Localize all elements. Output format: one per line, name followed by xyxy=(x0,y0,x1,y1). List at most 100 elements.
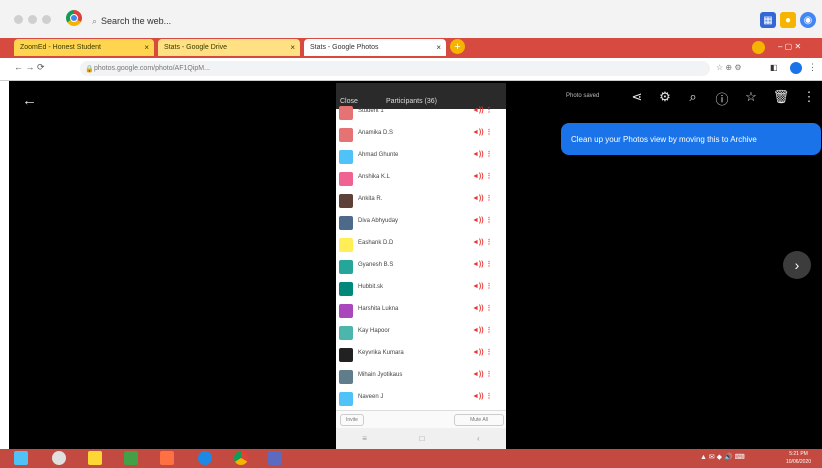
participant-row[interactable]: Student 1 ◄)) ⋮ xyxy=(336,103,493,125)
file-explorer-icon[interactable] xyxy=(88,451,102,465)
participant-avatar xyxy=(339,326,353,340)
tab-search-icon[interactable] xyxy=(752,41,765,54)
back-icon[interactable]: ‹ xyxy=(477,434,480,443)
url-text: photos.google.com/photo/AF1QipM... xyxy=(94,65,210,72)
participant-row[interactable]: Keyvrika Kumara ◄)) ⋮ xyxy=(336,345,493,367)
participant-avatar xyxy=(339,304,353,318)
participant-avatar xyxy=(339,128,353,142)
tab-zoomed[interactable]: ZoomEd - Honest Student × xyxy=(14,39,154,56)
participant-name: Student 1 xyxy=(358,108,384,114)
info-icon[interactable]: ⓘ xyxy=(713,89,731,108)
participant-name: Anamika D.S xyxy=(358,130,394,136)
participant-name: Ahmad Ghunte xyxy=(358,152,399,158)
nav-arrows-icon[interactable]: ← → ⟳ xyxy=(14,62,45,73)
chrome-taskbar-icon[interactable] xyxy=(234,451,248,465)
home-icon[interactable]: □ xyxy=(420,434,425,443)
back-circle-icon[interactable] xyxy=(14,15,23,24)
muted-mic-icon[interactable]: ◄)) ⋮ xyxy=(472,172,493,180)
participant-row[interactable]: Anamika D.S ◄)) ⋮ xyxy=(336,125,493,147)
participant-avatar xyxy=(339,238,353,252)
cloud-icon[interactable] xyxy=(160,451,174,465)
tab-label: Stats - Google Drive xyxy=(164,44,228,51)
participant-row[interactable]: Harshita Lukna ◄)) ⋮ xyxy=(336,301,493,323)
search-taskbar-icon[interactable] xyxy=(52,451,66,465)
zoom-icon[interactable]: ⌕ xyxy=(684,89,702,105)
muted-mic-icon[interactable]: ◄)) ⋮ xyxy=(472,128,493,136)
muted-mic-icon[interactable]: ◄)) ⋮ xyxy=(472,260,493,268)
muted-mic-icon[interactable]: ◄)) ⋮ xyxy=(472,370,493,378)
participant-avatar xyxy=(339,216,353,230)
next-photo-button[interactable]: › xyxy=(783,251,811,279)
participants-footer: Invite Mute All xyxy=(336,410,506,428)
archive-tooltip[interactable]: Clean up your Photos view by moving this… xyxy=(561,123,821,155)
start-icon[interactable] xyxy=(14,451,28,465)
system-tray-icons[interactable]: ▲ ✉ ◆ 🔊 ⌨ xyxy=(700,453,745,461)
muted-mic-icon[interactable]: ◄)) ⋮ xyxy=(472,106,493,114)
status-text: Photo saved xyxy=(566,93,600,99)
participant-row[interactable]: Ahmad Ghunte ◄)) ⋮ xyxy=(336,147,493,169)
recents-icon[interactable]: ≡ xyxy=(362,434,367,443)
search-placeholder: Search the web... xyxy=(101,16,172,26)
address-bar-icons[interactable]: ☆ ⊕ ⚙ xyxy=(716,63,742,72)
reload-circle-icon[interactable] xyxy=(42,15,51,24)
participant-avatar xyxy=(339,172,353,186)
participant-row[interactable]: Ankita R. ◄)) ⋮ xyxy=(336,191,493,213)
edge-icon[interactable] xyxy=(198,451,212,465)
muted-mic-icon[interactable]: ◄)) ⋮ xyxy=(472,194,493,202)
tab-close-icon[interactable]: × xyxy=(436,43,441,52)
menu-icon[interactable]: ⋮ xyxy=(808,62,817,73)
muted-mic-icon[interactable]: ◄)) ⋮ xyxy=(472,304,493,312)
bookmark-icon[interactable]: ● xyxy=(780,12,796,28)
favorite-icon[interactable]: ☆ xyxy=(742,89,760,105)
tab-photos[interactable]: Stats - Google Photos × xyxy=(304,39,446,56)
profile-icon[interactable]: ◉ xyxy=(800,12,816,28)
tab-close-icon[interactable]: × xyxy=(144,43,149,52)
delete-icon[interactable]: 🗑 xyxy=(772,89,790,105)
edit-icon[interactable]: ⚙ xyxy=(656,89,674,105)
muted-mic-icon[interactable]: ◄)) ⋮ xyxy=(472,282,493,290)
participant-row[interactable]: Kay Hapoor ◄)) ⋮ xyxy=(336,323,493,345)
muted-mic-icon[interactable]: ◄)) ⋮ xyxy=(472,150,493,158)
web-search-input[interactable]: ⌕ Search the web... xyxy=(92,12,742,30)
mute-all-button[interactable]: Mute All xyxy=(454,414,504,426)
zoom-app-icon[interactable] xyxy=(268,451,282,465)
url-input[interactable]: 🔒 photos.google.com/photo/AF1QipM... xyxy=(80,61,710,76)
participant-name: Diva Abhyuday xyxy=(358,218,399,224)
phone-nav-bar: ≡ □ ‹ xyxy=(336,428,506,449)
invite-button[interactable]: Invite xyxy=(340,414,364,426)
forward-circle-icon[interactable] xyxy=(28,15,37,24)
share-icon[interactable]: ⋖ xyxy=(628,89,646,105)
participant-row[interactable]: Gyanesh B.S ◄)) ⋮ xyxy=(336,257,493,279)
participant-row[interactable]: Hubbit.sk ◄)) ⋮ xyxy=(336,279,493,301)
muted-mic-icon[interactable]: ◄)) ⋮ xyxy=(472,216,493,224)
extensions-icon[interactable]: ◧ xyxy=(770,63,778,72)
participant-row[interactable]: Diva Abhyuday ◄)) ⋮ xyxy=(336,213,493,235)
participant-avatar xyxy=(339,150,353,164)
muted-mic-icon[interactable]: ◄)) ⋮ xyxy=(472,238,493,246)
muted-mic-icon[interactable]: ◄)) ⋮ xyxy=(472,392,493,400)
tab-label: Stats - Google Photos xyxy=(310,44,379,51)
participant-row[interactable]: Anshika K.L ◄)) ⋮ xyxy=(336,169,493,191)
participant-avatar xyxy=(339,282,353,296)
clock-date: 10/06/2020 xyxy=(786,459,812,465)
account-avatar[interactable] xyxy=(790,62,802,74)
extension-icon[interactable]: ▦ xyxy=(760,12,776,28)
participant-row[interactable]: Eashank D.D ◄)) ⋮ xyxy=(336,235,493,257)
phone-screenshot: Close Participants (36) Student 1 ◄)) ⋮ An… xyxy=(336,83,506,449)
participant-name: Gyanesh B.S xyxy=(358,262,394,268)
participant-row[interactable]: Mihain Jyotikaus ◄)) ⋮ xyxy=(336,367,493,389)
new-tab-button[interactable]: + xyxy=(450,39,465,54)
muted-mic-icon[interactable]: ◄)) ⋮ xyxy=(472,348,493,356)
participant-row[interactable]: Naveen J ◄)) ⋮ xyxy=(336,389,493,411)
excel-icon[interactable] xyxy=(124,451,138,465)
back-arrow-icon[interactable]: ← xyxy=(22,92,37,109)
window-controls[interactable]: – ▢ ✕ xyxy=(778,42,801,51)
tab-close-icon[interactable]: × xyxy=(290,43,295,52)
taskbar-clock[interactable]: 5:21 PM 10/06/2020 xyxy=(786,450,811,466)
search-icon: ⌕ xyxy=(92,15,98,26)
participant-name: Keyvrika Kumara xyxy=(358,350,404,356)
more-icon[interactable]: ⋮ xyxy=(800,89,818,105)
tab-drive[interactable]: Stats - Google Drive × xyxy=(158,39,300,56)
muted-mic-icon[interactable]: ◄)) ⋮ xyxy=(472,326,493,334)
participant-name: Eashank D.D xyxy=(358,240,394,246)
